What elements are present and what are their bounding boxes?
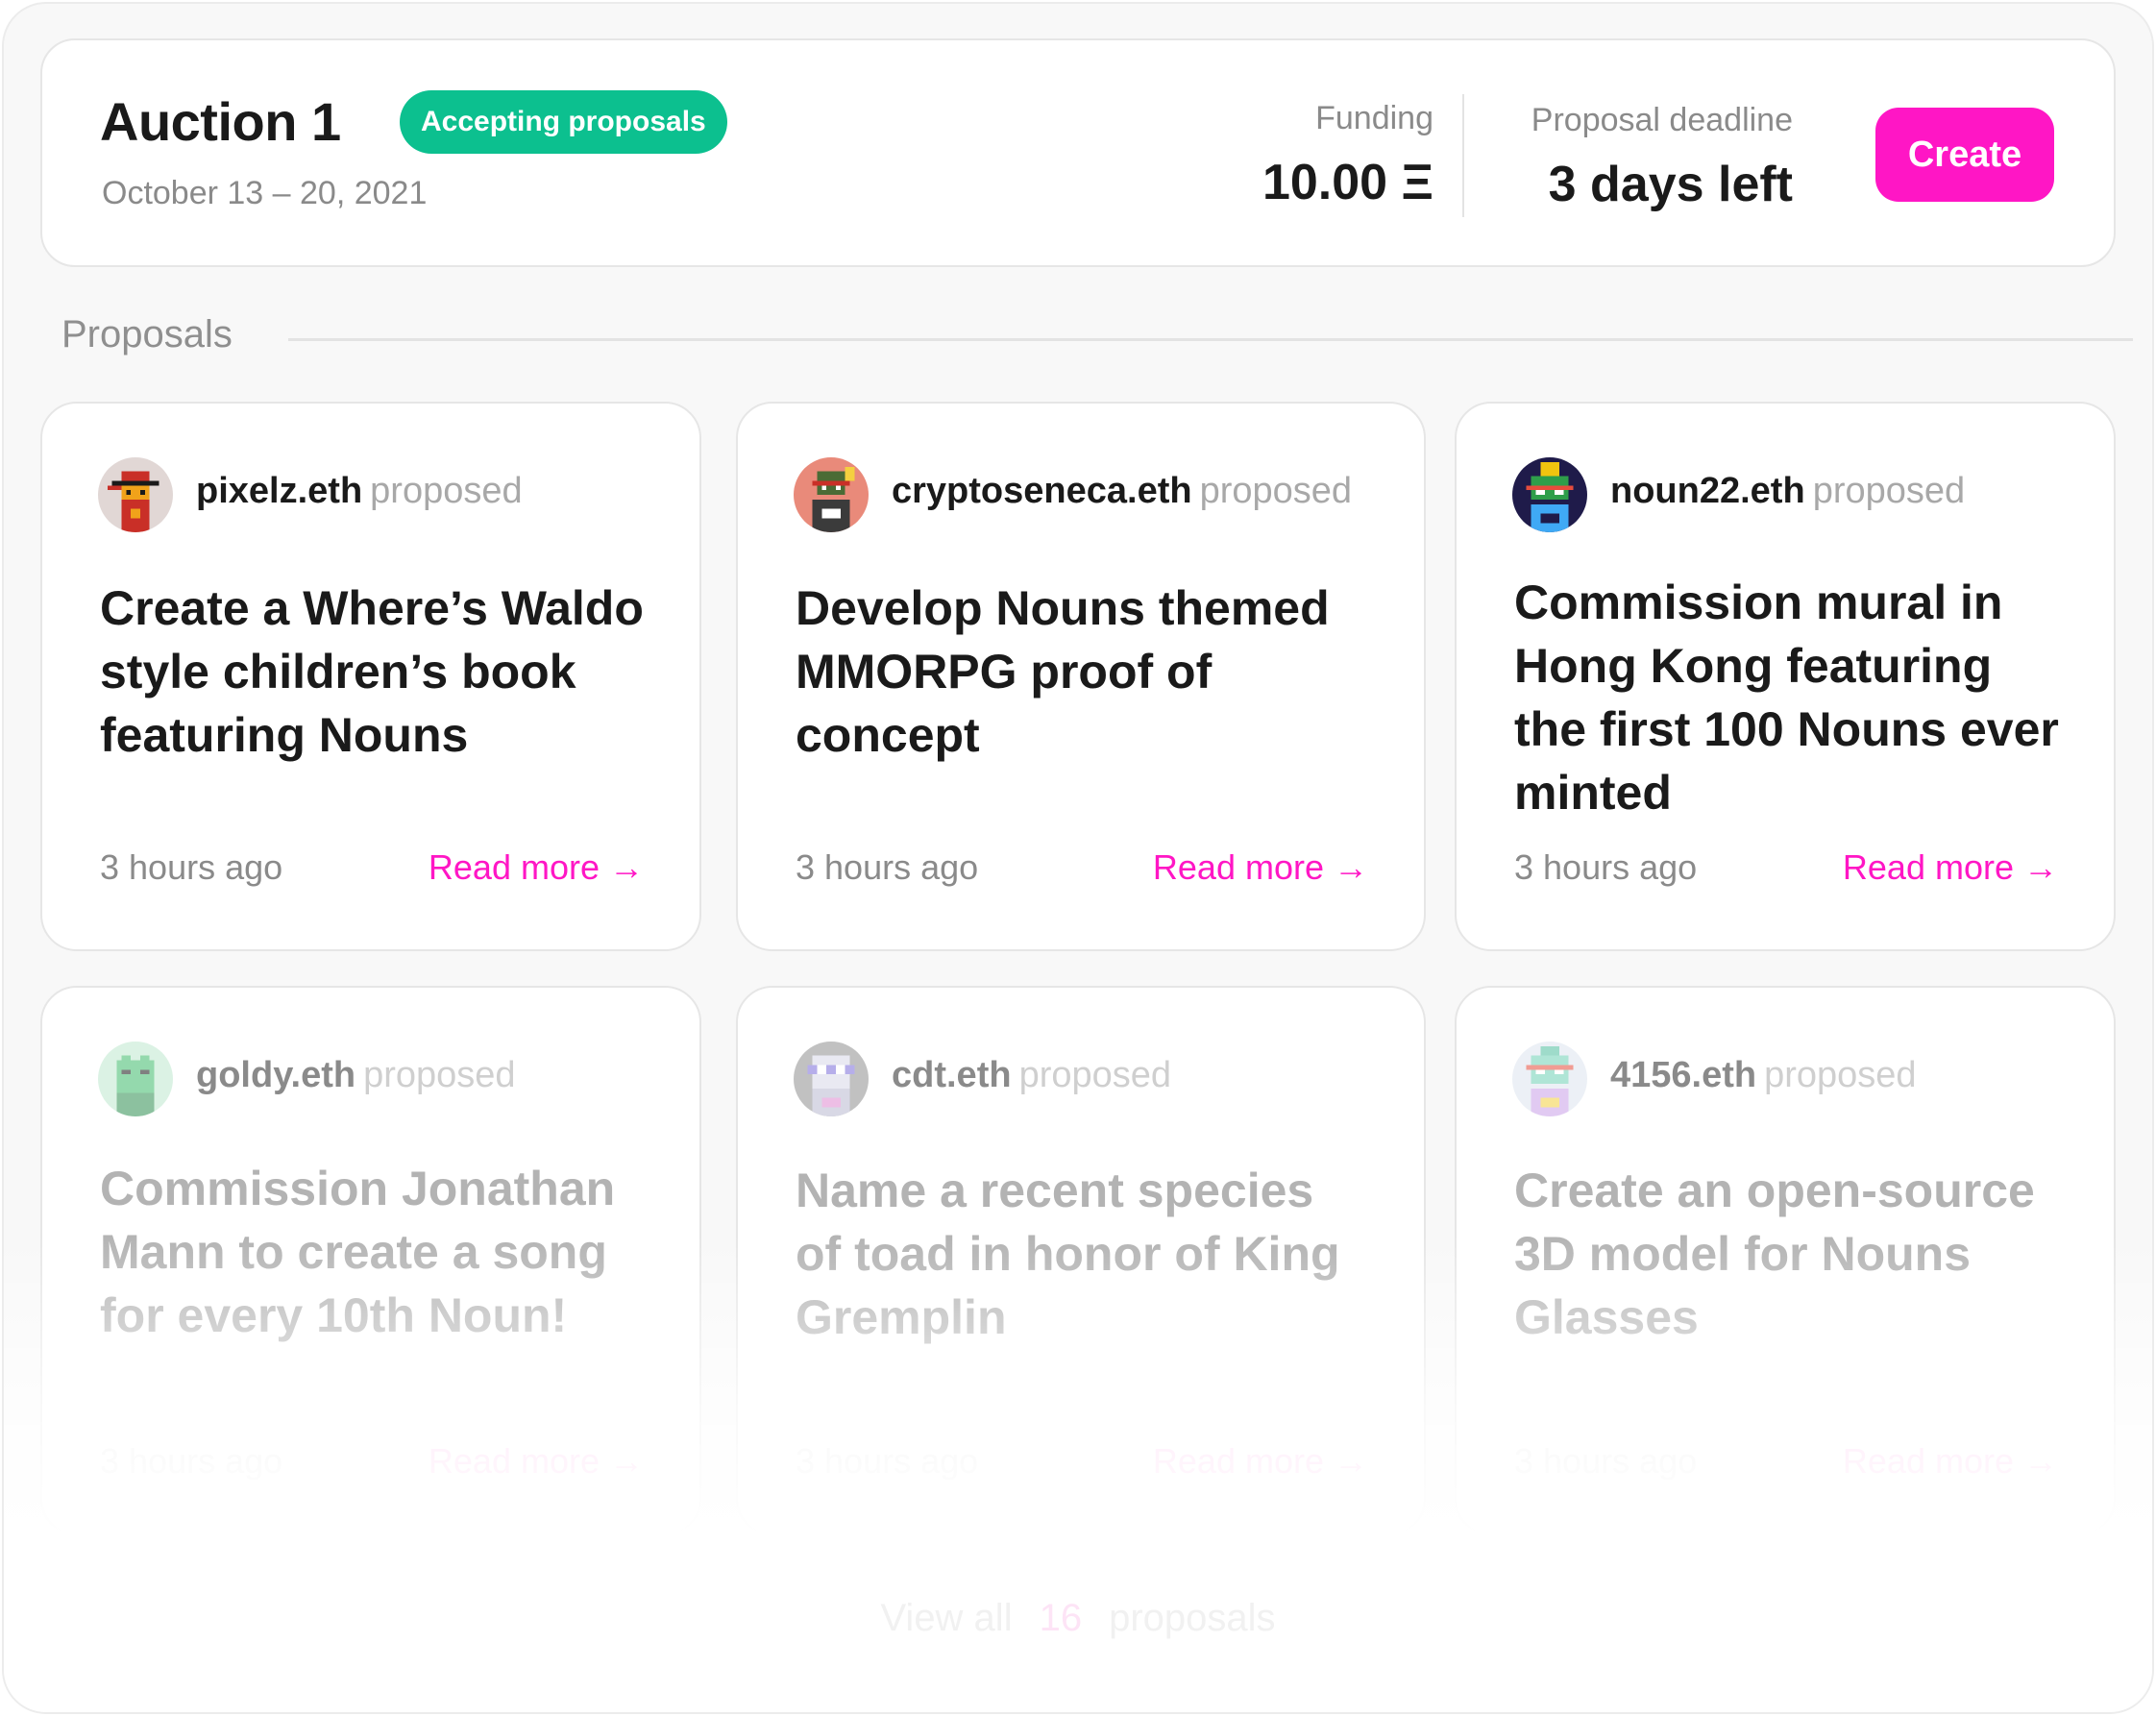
proposal-card[interactable]: cryptoseneca.eth proposed Develop Nouns t… xyxy=(736,402,1426,951)
noun22-avatar-icon xyxy=(1512,457,1587,532)
4156-avatar-icon xyxy=(1512,1042,1587,1116)
view-all-suffix: proposals xyxy=(1109,1597,1276,1639)
proposal-title: Create a Where’s Waldo style children’s … xyxy=(100,581,644,762)
proposal-title: Commission mural in Hong Kong featuring … xyxy=(1514,576,2059,820)
read-more-link[interactable]: Read more → xyxy=(429,1441,644,1482)
view-all-proposals-link[interactable]: View all 16 proposals xyxy=(4,1597,2152,1640)
read-more-link[interactable]: Read more → xyxy=(1153,1441,1368,1482)
pixelz-avatar-icon xyxy=(98,457,173,532)
proposer-line: cryptoseneca.eth proposed xyxy=(892,471,1352,512)
proposer-line: goldy.eth proposed xyxy=(196,1055,516,1096)
view-all-prefix: View all xyxy=(880,1597,1013,1639)
proposal-card[interactable]: noun22.eth proposed Commission mural in H… xyxy=(1455,402,2116,951)
proposal-time: 3 hours ago xyxy=(796,847,979,887)
cdt-avatar-icon xyxy=(794,1042,869,1116)
proposal-time: 3 hours ago xyxy=(796,1441,979,1481)
proposer-line: pixelz.eth proposed xyxy=(196,471,523,512)
proposed-label: proposed xyxy=(363,1055,516,1095)
proposal-title: Name a recent species of toad in honor o… xyxy=(796,1164,1340,1344)
proposal-card[interactable]: goldy.eth proposed Commission Jonathan Ma… xyxy=(40,986,701,1535)
proposal-title: Develop Nouns themed MMORPG proof of con… xyxy=(796,581,1330,762)
proposed-label: proposed xyxy=(1018,1055,1172,1095)
proposer-line: cdt.eth proposed xyxy=(892,1055,1171,1096)
proposal-title: Commission Jonathan Mann to create a son… xyxy=(100,1162,616,1342)
goldy-avatar-icon xyxy=(98,1042,173,1116)
proposed-label: proposed xyxy=(370,471,523,511)
proposal-count: 16 xyxy=(1039,1597,1083,1639)
read-more-link[interactable]: Read more → xyxy=(429,847,644,888)
proposer-line: 4156.eth proposed xyxy=(1610,1055,1917,1096)
proposals-page: Auction 1 Accepting proposals October 13… xyxy=(2,2,2154,1714)
proposer-name[interactable]: noun22.eth xyxy=(1610,471,1805,511)
proposal-grid: pixelz.eth proposed Create a Where’s Wald… xyxy=(4,4,2152,1712)
proposed-label: proposed xyxy=(1764,1055,1917,1095)
read-more-link[interactable]: Read more → xyxy=(1843,847,2058,888)
cryptoseneca-avatar-icon xyxy=(794,457,869,532)
proposal-time: 3 hours ago xyxy=(100,847,283,887)
proposal-time: 3 hours ago xyxy=(1514,1441,1698,1481)
proposal-time: 3 hours ago xyxy=(100,1441,283,1481)
proposer-name[interactable]: cdt.eth xyxy=(892,1055,1012,1095)
read-more-link[interactable]: Read more → xyxy=(1153,847,1368,888)
proposer-name[interactable]: goldy.eth xyxy=(196,1055,355,1095)
proposed-label: proposed xyxy=(1199,471,1353,511)
proposer-name[interactable]: pixelz.eth xyxy=(196,471,362,511)
proposer-name[interactable]: 4156.eth xyxy=(1610,1055,1756,1095)
proposal-card[interactable]: cdt.eth proposed Name a recent species of… xyxy=(736,986,1426,1535)
proposer-line: noun22.eth proposed xyxy=(1610,471,1965,512)
proposal-time: 3 hours ago xyxy=(1514,847,1698,887)
proposal-title: Create an open-source 3D model for Nouns… xyxy=(1514,1164,2035,1344)
read-more-link[interactable]: Read more → xyxy=(1843,1441,2058,1482)
proposal-card[interactable]: 4156.eth proposed Create an open-source 3… xyxy=(1455,986,2116,1535)
proposer-name[interactable]: cryptoseneca.eth xyxy=(892,471,1192,511)
proposed-label: proposed xyxy=(1812,471,1966,511)
proposal-card[interactable]: pixelz.eth proposed Create a Where’s Wald… xyxy=(40,402,701,951)
